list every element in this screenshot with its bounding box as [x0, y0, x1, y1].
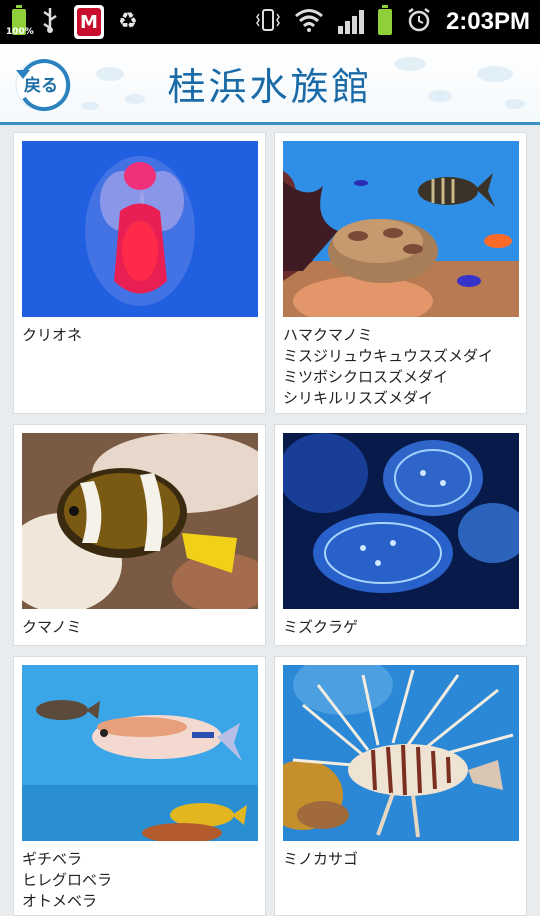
- recycle-icon: ♻: [118, 9, 138, 34]
- fish-card-clownfish[interactable]: クマノミ: [13, 424, 266, 646]
- lionfish-photo: [283, 665, 519, 841]
- fish-card-lionfish[interactable]: ミノカサゴ: [274, 656, 527, 916]
- back-button-label: 戻る: [24, 75, 58, 96]
- coral-reef-photo: [283, 141, 519, 317]
- vibrate-icon: [256, 7, 280, 37]
- wrasse-photo: [22, 665, 258, 841]
- app-header: 戻る 桂浜水族館: [0, 44, 540, 125]
- fish-card-wrasse[interactable]: ギチベラ ヒレグロベラ オトメベラ: [13, 656, 266, 916]
- fish-card-clione[interactable]: クリオネ: [13, 132, 266, 414]
- fish-card-reef[interactable]: ハマクマノミ ミスジリュウキュウスズメダイ ミツボシクロスズメダイ シリキルリス…: [274, 132, 527, 414]
- fish-card-caption: ミノカサゴ: [283, 850, 359, 868]
- clownfish-photo: [22, 433, 258, 609]
- fish-card-caption: ギチベラ ヒレグロベラ オトメベラ: [22, 850, 113, 910]
- mcafee-shield-icon: M: [74, 5, 104, 39]
- alarm-icon: [406, 7, 432, 37]
- status-bar: 100% M ♻ 2:03PM: [0, 0, 540, 44]
- battery-icon: [377, 5, 392, 35]
- fish-card-caption: ミズクラゲ: [283, 618, 359, 636]
- fish-card-jellyfish[interactable]: ミズクラゲ: [274, 424, 527, 646]
- page-title: 桂浜水族館: [167, 65, 373, 109]
- usb-icon: [40, 6, 60, 39]
- jellyfish-photo: [283, 433, 519, 609]
- clione-photo: [22, 141, 258, 317]
- signal-icon: [337, 10, 364, 34]
- battery-percent-label: 100%: [6, 27, 34, 37]
- fish-card-caption: ハマクマノミ ミスジリュウキュウスズメダイ ミツボシクロスズメダイ シリキルリス…: [283, 326, 494, 407]
- wifi-icon: [294, 8, 324, 36]
- fish-card-caption: クマノミ: [22, 618, 82, 636]
- battery-icon: 100%: [6, 5, 34, 37]
- fish-card-caption: クリオネ: [22, 326, 83, 344]
- clock: 2:03PM: [445, 8, 530, 35]
